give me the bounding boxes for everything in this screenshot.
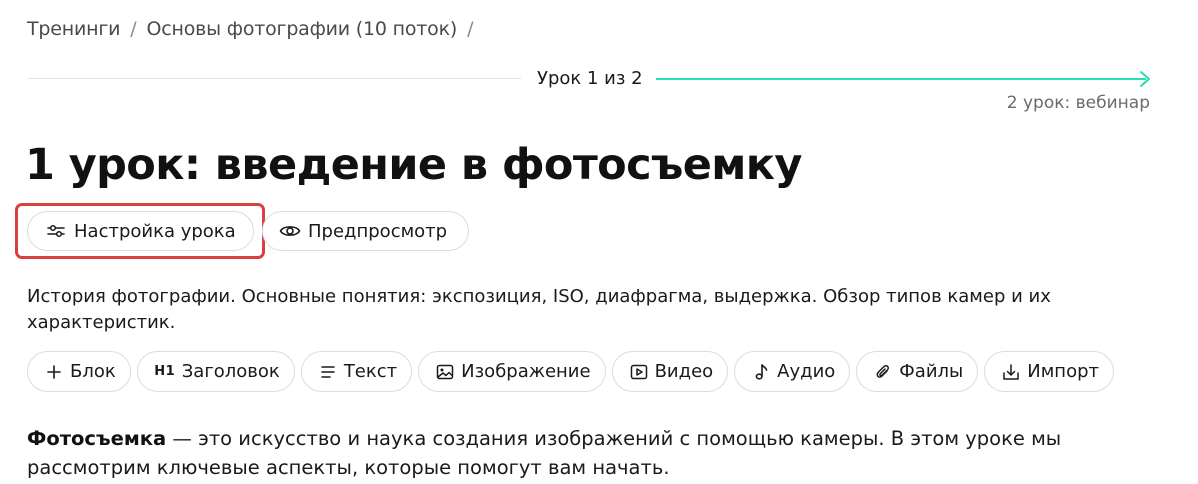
add-text-label: Текст <box>343 361 398 382</box>
download-icon <box>1001 363 1021 381</box>
add-video-label: Видео <box>654 361 714 382</box>
import-button[interactable]: Импорт <box>984 351 1114 392</box>
progress-track-next <box>656 78 1146 80</box>
content-text: — это искусство и наука создания изображ… <box>27 427 1062 479</box>
arrow-right-icon <box>1140 71 1150 87</box>
add-image-label: Изображение <box>461 361 591 382</box>
add-heading-button[interactable]: H1 Заголовок <box>136 351 295 392</box>
breadcrumb: Тренинги / Основы фотографии (10 поток) … <box>27 18 483 40</box>
video-play-icon <box>629 364 649 380</box>
add-block-button[interactable]: Блок <box>27 351 131 392</box>
lesson-content-paragraph[interactable]: Фотосъемка — это искусство и наука созда… <box>27 424 1137 482</box>
preview-label: Предпросмотр <box>308 220 448 242</box>
add-audio-label: Аудио <box>777 361 836 382</box>
add-text-button[interactable]: Текст <box>300 351 413 392</box>
text-lines-icon <box>318 365 338 379</box>
page-title: 1 урок: введение в фотосъемку <box>25 140 802 190</box>
music-note-icon <box>751 363 771 381</box>
lesson-description[interactable]: История фотографии. Основные понятия: эк… <box>27 284 1147 336</box>
add-video-button[interactable]: Видео <box>611 351 729 392</box>
next-lesson-link[interactable]: 2 урок: вебинар <box>1007 93 1150 113</box>
add-heading-label: Заголовок <box>181 361 280 382</box>
breadcrumb-separator: / <box>467 18 474 40</box>
import-label: Импорт <box>1027 361 1099 382</box>
image-icon <box>435 364 455 380</box>
h1-icon: H1 <box>154 364 176 379</box>
breadcrumb-item-trainings[interactable]: Тренинги <box>27 18 120 40</box>
lesson-settings-button[interactable]: Настройка урока <box>27 211 254 251</box>
paperclip-icon <box>873 363 893 381</box>
progress-track-completed <box>28 78 521 79</box>
next-lesson-arrow[interactable] <box>656 70 1152 88</box>
content-toolbar: Блок H1 Заголовок Текст Изображение Виде… <box>27 351 1114 392</box>
add-image-button[interactable]: Изображение <box>418 351 606 392</box>
plus-icon <box>44 364 64 380</box>
breadcrumb-separator: / <box>130 18 137 40</box>
content-bold-term: Фотосъемка <box>27 427 167 450</box>
lesson-progress-label: Урок 1 из 2 <box>537 68 643 89</box>
add-files-label: Файлы <box>899 361 964 382</box>
add-audio-button[interactable]: Аудио <box>734 351 851 392</box>
lesson-settings-label: Настройка урока <box>74 220 236 242</box>
preview-button[interactable]: Предпросмотр <box>262 211 469 251</box>
sliders-icon <box>46 223 66 239</box>
add-files-button[interactable]: Файлы <box>856 351 979 392</box>
breadcrumb-item-course[interactable]: Основы фотографии (10 поток) <box>146 18 457 40</box>
lesson-editor-page: Тренинги / Основы фотографии (10 поток) … <box>0 0 1198 484</box>
eye-icon <box>278 223 302 239</box>
add-block-label: Блок <box>70 361 116 382</box>
